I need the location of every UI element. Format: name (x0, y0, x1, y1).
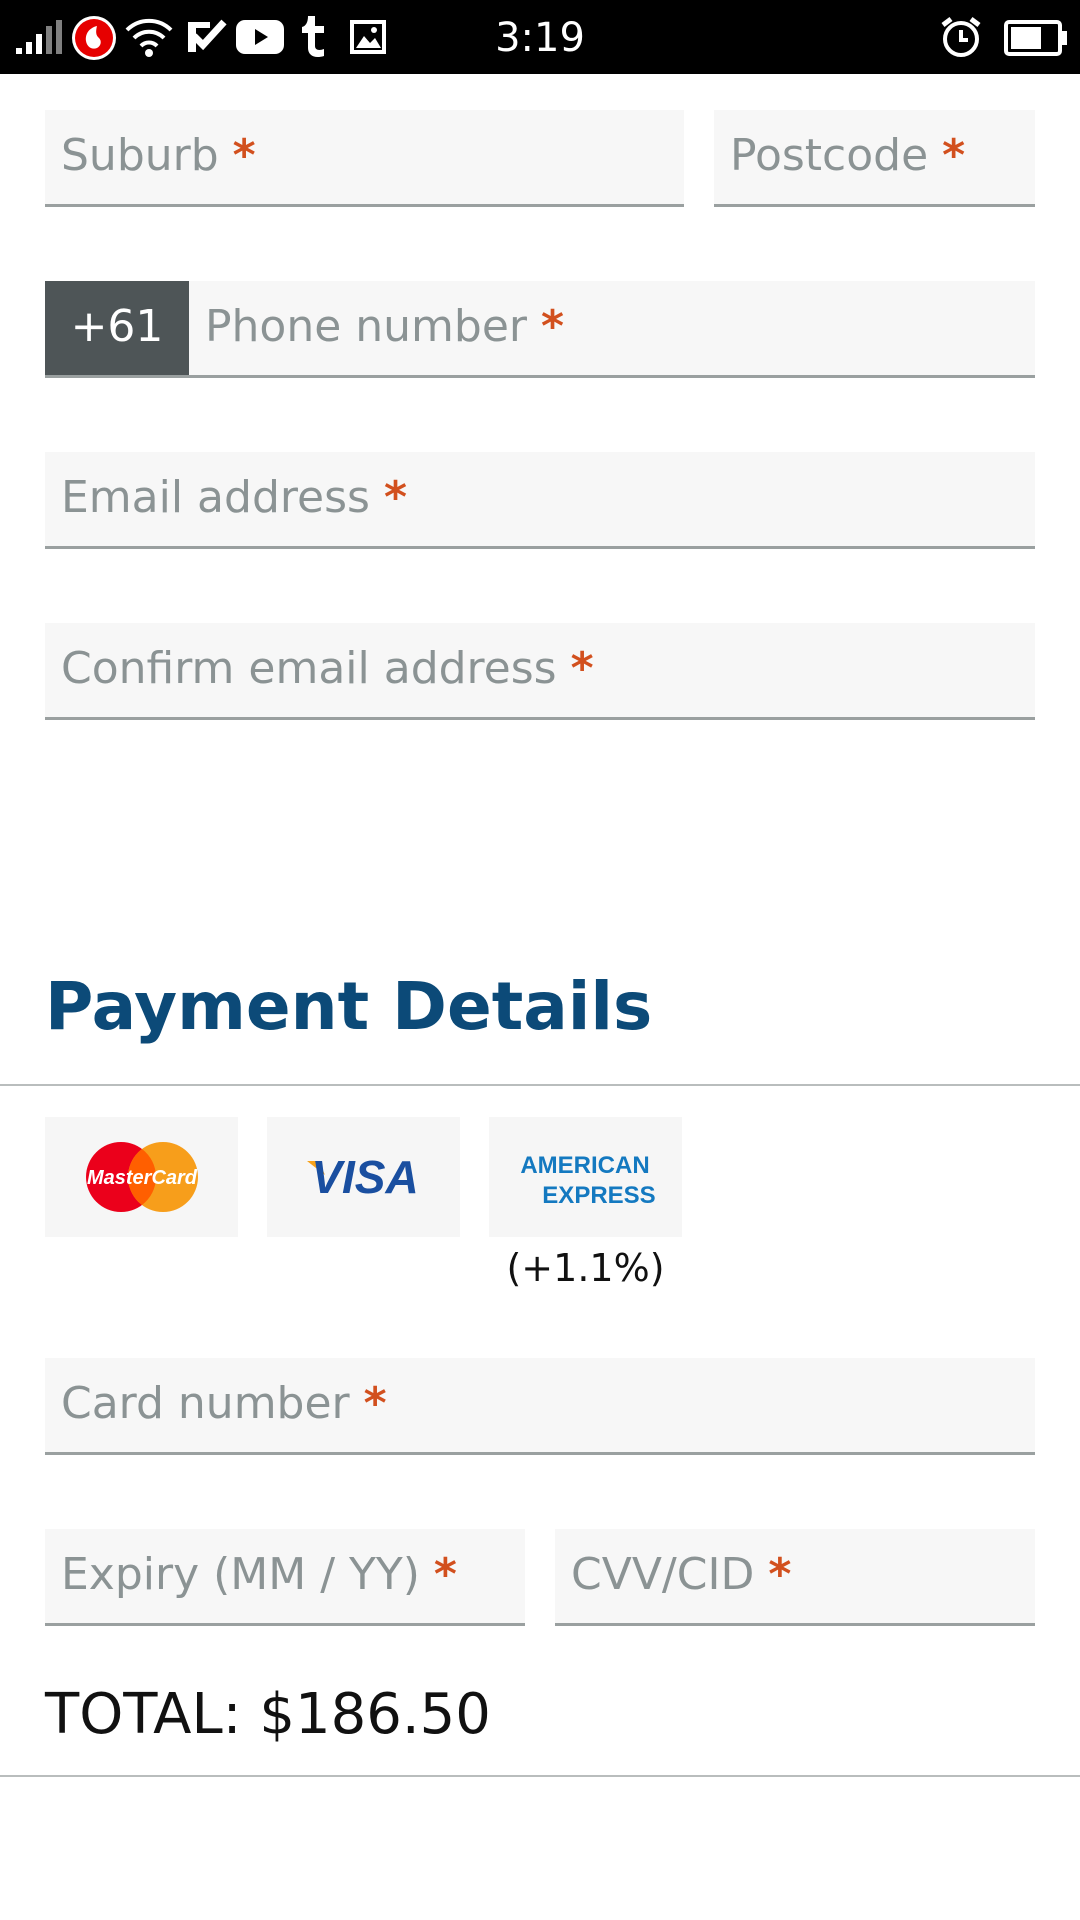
phone-placeholder: Phone number * (205, 301, 565, 352)
status-bar: 3:19 (0, 0, 1080, 74)
required-mark: * (363, 1378, 387, 1429)
required-mark: * (942, 130, 966, 181)
mastercard-logo: MasterCard (86, 1142, 198, 1212)
suburb-placeholder: Suburb * (61, 130, 256, 181)
email-field[interactable]: Email address * (45, 452, 1035, 549)
card-number-placeholder: Card number * (61, 1378, 387, 1429)
visa-logo: VISA (307, 1151, 419, 1203)
cvv-field[interactable]: CVV/CID * (555, 1529, 1035, 1626)
battery-icon (1004, 20, 1067, 56)
wifi-icon (125, 18, 173, 57)
postcode-placeholder: Postcode * (730, 130, 966, 181)
vodafone-icon (72, 16, 116, 60)
total-divider (0, 1775, 1080, 1777)
required-mark: * (383, 472, 407, 523)
visa-option[interactable]: VISA (267, 1117, 460, 1237)
required-mark: * (433, 1549, 457, 1600)
phone-number-field[interactable]: Phone number * (189, 281, 1035, 378)
suburb-field[interactable]: Suburb * (45, 110, 684, 207)
order-total: TOTAL: $186.50 (45, 1682, 491, 1747)
image-icon (350, 20, 386, 54)
visa-logo-text: VISA (311, 1151, 418, 1203)
amex-option[interactable]: AMERICAN EXPRESS (489, 1117, 682, 1237)
youtube-icon (236, 20, 284, 54)
expiry-field[interactable]: Expiry (MM / YY) * (45, 1529, 525, 1626)
required-mark: * (232, 130, 256, 181)
phone-country-prefix[interactable]: +61 (45, 281, 189, 378)
cvv-placeholder: CVV/CID * (571, 1549, 792, 1600)
mastercard-logo-text: MasterCard (87, 1167, 198, 1189)
amex-surcharge: (+1.1%) (506, 1246, 665, 1290)
signal-icon (16, 20, 62, 54)
check-notification-icon (188, 19, 227, 52)
section-divider (0, 1084, 1080, 1086)
postcode-field[interactable]: Postcode * (714, 110, 1035, 207)
confirm-email-placeholder: Confirm email address * (61, 643, 594, 694)
mastercard-option[interactable]: MasterCard (45, 1117, 238, 1237)
card-number-field[interactable]: Card number * (45, 1358, 1035, 1455)
alarm-icon (941, 17, 981, 57)
amex-logo-line1: AMERICAN (520, 1152, 649, 1179)
amex-logo-line2: EXPRESS (542, 1182, 655, 1209)
confirm-email-field[interactable]: Confirm email address * (45, 623, 1035, 720)
required-mark: * (768, 1549, 792, 1600)
expiry-placeholder: Expiry (MM / YY) * (61, 1549, 457, 1600)
required-mark: * (570, 643, 594, 694)
amex-logo: AMERICAN EXPRESS (520, 1152, 655, 1209)
required-mark: * (541, 301, 565, 352)
tumblr-icon (302, 16, 324, 58)
status-time: 3:19 (495, 15, 585, 61)
email-placeholder: Email address * (61, 472, 407, 523)
payment-details-title: Payment Details (45, 968, 653, 1045)
